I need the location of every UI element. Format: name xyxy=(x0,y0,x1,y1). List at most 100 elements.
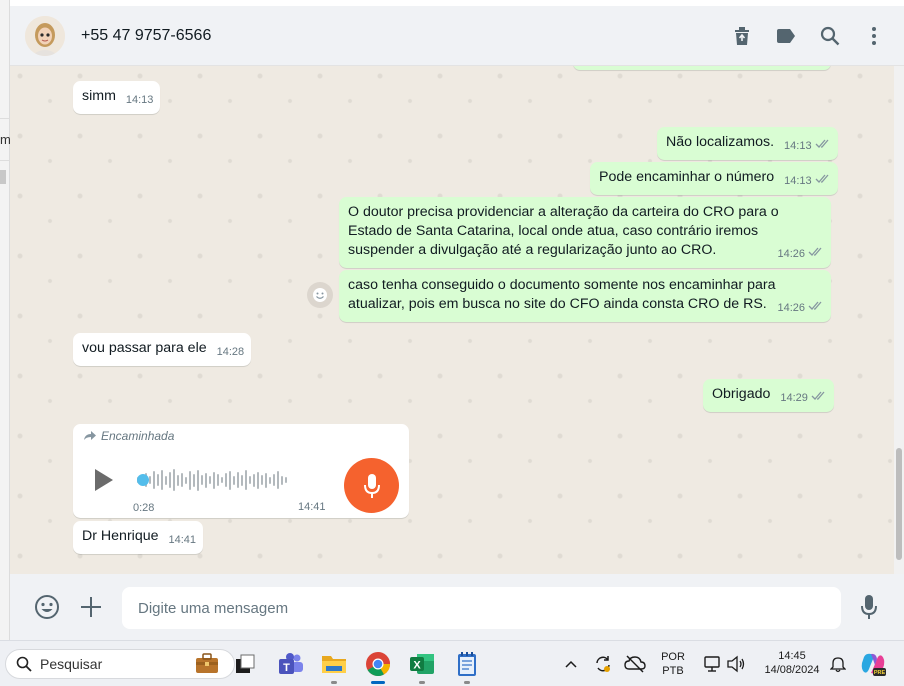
waveform-bar xyxy=(177,474,179,486)
contact-name[interactable]: +55 47 9757-6566 xyxy=(81,27,211,45)
mic-icon[interactable] xyxy=(855,593,883,621)
message-bubble-out xyxy=(573,66,831,70)
message-bubble-out[interactable]: Pode encaminhar o número 14:13 xyxy=(590,162,838,195)
cloud-offline-icon[interactable] xyxy=(620,649,650,679)
audio-waveform[interactable] xyxy=(137,468,317,492)
waveform-bar xyxy=(197,469,199,491)
message-input[interactable] xyxy=(122,587,841,629)
notification-bell-icon[interactable] xyxy=(823,649,853,679)
avatar[interactable] xyxy=(25,15,65,56)
read-ticks-icon xyxy=(808,301,824,316)
message-time: 14:28 xyxy=(216,346,245,358)
waveform-bar xyxy=(249,476,251,484)
message-bubble-out[interactable]: O doutor precisa providenciar a alteraçã… xyxy=(339,197,831,268)
taskbar-search[interactable]: Pesquisar xyxy=(5,649,235,679)
waveform-bar xyxy=(181,473,183,487)
forward-arrow-icon xyxy=(83,431,97,441)
waveform-bar xyxy=(229,470,231,490)
chevron-up-icon[interactable] xyxy=(556,649,586,679)
read-ticks-icon xyxy=(815,174,831,189)
message-text: caso tenha conseguido o documento soment… xyxy=(348,277,776,312)
waveform-bar xyxy=(153,471,155,489)
notepad-icon[interactable] xyxy=(452,649,482,679)
waveform-bar xyxy=(277,471,279,489)
waveform-bar xyxy=(173,469,175,491)
message-time: 14:26 xyxy=(777,248,805,260)
waveform-bar xyxy=(253,473,255,487)
waveform-bar xyxy=(273,474,275,486)
message-text: simm xyxy=(82,88,116,104)
waveform-bar xyxy=(149,476,151,484)
plus-icon[interactable] xyxy=(77,593,105,621)
waveform-bar xyxy=(221,477,223,483)
message-time: 14:13 xyxy=(125,94,154,106)
language-indicator[interactable]: POR PTB xyxy=(656,650,690,678)
svg-text:X: X xyxy=(413,660,421,672)
chrome-icon[interactable] xyxy=(363,649,393,679)
menu-dots-icon[interactable] xyxy=(862,24,886,48)
copilot-icon[interactable]: PRE xyxy=(858,649,888,679)
excel-icon[interactable]: X xyxy=(407,649,437,679)
waveform-bar xyxy=(257,471,259,489)
file-explorer-icon[interactable] xyxy=(319,649,349,679)
label-icon[interactable] xyxy=(774,24,798,48)
message-text: Pode encaminhar o número xyxy=(599,169,775,185)
waveform-bar xyxy=(217,474,219,486)
waveform-bar xyxy=(169,472,171,488)
waveform-bar xyxy=(241,474,243,486)
sync-icon[interactable] xyxy=(588,649,618,679)
waveform-bar xyxy=(205,472,207,488)
message-time: 14:29 xyxy=(780,392,808,404)
waveform-bar xyxy=(209,476,211,484)
message-text: O doutor precisa providenciar a alteraçã… xyxy=(348,204,779,258)
message-text: vou passar para ele xyxy=(82,340,207,356)
trash-icon[interactable] xyxy=(730,24,754,48)
clock[interactable]: 14:45 14/08/2024 xyxy=(756,649,828,677)
audio-progress-handle[interactable] xyxy=(137,474,149,486)
waveform-bar xyxy=(189,470,191,490)
scrollbar-thumb[interactable] xyxy=(896,448,902,560)
chat-scrollbar[interactable] xyxy=(894,66,904,574)
waveform-bar xyxy=(233,475,235,485)
message-text: Não localizamos. xyxy=(666,134,775,150)
svg-text:T: T xyxy=(283,662,290,674)
waveform-bar xyxy=(237,472,239,488)
play-icon[interactable] xyxy=(93,468,115,497)
task-view-icon[interactable] xyxy=(230,649,260,679)
search-icon[interactable] xyxy=(818,24,842,48)
waveform-bar xyxy=(245,470,247,490)
message-bubble-in[interactable]: vou passar para ele 14:28 xyxy=(73,333,252,366)
message-bubble-out[interactable]: caso tenha conseguido o documento soment… xyxy=(339,270,831,322)
message-bubble-out[interactable]: Obrigado 14:29 xyxy=(703,379,834,412)
message-time: 14:13 xyxy=(784,140,812,152)
audio-message[interactable]: Encaminhada 0:28 14:41 xyxy=(73,424,409,518)
waveform-bar xyxy=(193,473,195,487)
svg-text:PRE: PRE xyxy=(874,670,886,676)
message-bubble-in[interactable]: Dr Henrique 14:41 xyxy=(73,521,204,554)
message-bubble-out[interactable]: Não localizamos. 14:13 xyxy=(657,127,838,160)
waveform-bar xyxy=(213,471,215,489)
emoji-react-icon[interactable] xyxy=(307,282,333,308)
search-icon xyxy=(16,656,32,672)
read-ticks-icon xyxy=(808,247,824,262)
teams-icon[interactable]: T xyxy=(276,649,306,679)
search-label: Pesquisar xyxy=(40,656,103,672)
audio-duration: 0:28 xyxy=(133,502,155,514)
waveform-bar xyxy=(185,476,187,484)
volume-icon[interactable] xyxy=(721,649,751,679)
waveform-bar xyxy=(157,474,159,486)
waveform-bar xyxy=(161,470,163,490)
waveform-bar xyxy=(225,473,227,487)
waveform-bar xyxy=(165,475,167,485)
emoji-icon[interactable] xyxy=(33,593,61,621)
briefcase-icon xyxy=(194,653,220,680)
chat-area[interactable]: simm 14:13 Não localizamos. 14:13 Pode e… xyxy=(10,66,894,574)
message-text: Obrigado xyxy=(712,386,771,402)
waveform-bar xyxy=(269,476,271,484)
message-time: 14:26 xyxy=(777,302,805,314)
waveform-bar xyxy=(265,472,267,488)
windows-taskbar: Pesquisar T X POR PTB 14:45 14/08/2024 P… xyxy=(0,640,904,686)
message-bubble-in[interactable]: simm 14:13 xyxy=(73,81,161,114)
message-composer xyxy=(10,574,904,640)
read-ticks-icon xyxy=(815,139,831,154)
